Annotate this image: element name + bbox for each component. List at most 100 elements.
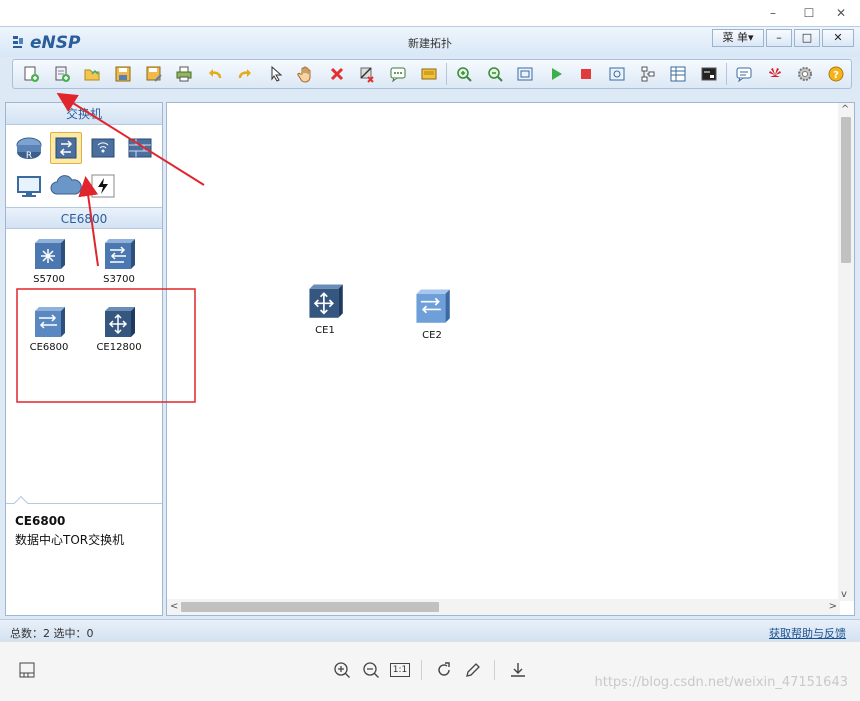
- menu-button[interactable]: 菜 单▾: [712, 29, 764, 47]
- print-button[interactable]: [169, 62, 200, 86]
- scroll-left-arrow[interactable]: <: [170, 601, 178, 612]
- os-minimize-button[interactable]: –: [758, 4, 788, 22]
- gear-icon: [798, 67, 813, 81]
- device-s5700[interactable]: S5700: [14, 235, 84, 303]
- layout-toggle-button[interactable]: [16, 659, 38, 681]
- viewer-separator: [494, 660, 495, 680]
- ce6800-icon: [416, 289, 450, 323]
- text-button[interactable]: [383, 62, 414, 86]
- layout-icon: [19, 662, 35, 678]
- category-switch[interactable]: [47, 129, 84, 167]
- palette-button[interactable]: [413, 62, 444, 86]
- app-minimize-button[interactable]: –: [766, 29, 792, 47]
- viewer-download-button[interactable]: [507, 659, 529, 681]
- new-topology-button[interactable]: [16, 62, 47, 86]
- topology-canvas[interactable]: CE1 CE2 ^ v < >: [166, 102, 855, 616]
- subcategory-title: CE6800: [6, 207, 162, 229]
- ensp-app-window: eNSP 新建拓扑 菜 单▾ – □ ✕ ? 交换机 R CE6800 S570…: [0, 26, 860, 642]
- node-label: CE1: [315, 325, 335, 336]
- router-icon: R: [16, 137, 41, 161]
- zoom-out-button[interactable]: [479, 62, 510, 86]
- viewer-rotate-button[interactable]: [433, 659, 455, 681]
- grid-button[interactable]: [663, 62, 694, 86]
- canvas-node-ce1[interactable]: CE1: [303, 280, 347, 336]
- viewer-actual-size-button[interactable]: 1:1: [389, 659, 411, 681]
- viewer-toolbar: 1:1 https://blog.csdn.net/weixin_4715164…: [0, 641, 860, 701]
- undo-button[interactable]: [199, 62, 230, 86]
- delete-links-button[interactable]: [352, 62, 383, 86]
- help-button[interactable]: ?: [821, 62, 852, 86]
- category-cloud[interactable]: [47, 167, 84, 205]
- device-ce12800[interactable]: CE12800: [84, 303, 154, 371]
- new-page-icon: [55, 66, 70, 82]
- selected-highlight: [49, 132, 82, 164]
- svg-text:R: R: [25, 151, 31, 161]
- app-close-button[interactable]: ✕: [822, 29, 854, 47]
- scroll-down-arrow[interactable]: v: [841, 589, 847, 600]
- os-maximize-button[interactable]: ☐: [794, 4, 824, 22]
- zoom-out-icon: [487, 67, 503, 82]
- scrollbar-thumb[interactable]: [181, 602, 439, 612]
- new-lab-button[interactable]: [47, 62, 78, 86]
- category-terminal[interactable]: [10, 167, 47, 205]
- category-connection[interactable]: [84, 167, 121, 205]
- scrollbar-thumb[interactable]: [841, 117, 851, 263]
- status-counts: 总数：2 选中：0: [10, 627, 94, 640]
- redo-button[interactable]: [230, 62, 261, 86]
- device-category-grid: R: [6, 125, 162, 207]
- topology-button[interactable]: [632, 62, 663, 86]
- pencil-icon: [466, 663, 480, 677]
- select-button[interactable]: [261, 62, 292, 86]
- node-label: CE2: [422, 330, 442, 341]
- viewer-edit-button[interactable]: [462, 659, 484, 681]
- open-button[interactable]: [77, 62, 108, 86]
- terminal-button[interactable]: [693, 62, 724, 86]
- device-ce6800[interactable]: CE6800: [14, 303, 84, 371]
- scroll-right-arrow[interactable]: >: [829, 601, 837, 612]
- start-button[interactable]: [541, 62, 572, 86]
- device-panel: 交换机 R CE6800 S5700 S3700 CE6800 CE12800 …: [5, 102, 163, 616]
- viewer-separator: [421, 660, 422, 680]
- undo-icon: [208, 69, 221, 79]
- huawei-button[interactable]: [759, 62, 790, 86]
- zoom-out-icon: [363, 662, 379, 678]
- text-comment-icon: [390, 67, 406, 83]
- save-as-icon: [146, 66, 162, 82]
- help-icon: ?: [828, 66, 844, 82]
- os-close-button[interactable]: ✕: [826, 4, 856, 22]
- topology-icon: [641, 66, 655, 82]
- chat-button[interactable]: [729, 62, 760, 86]
- fit-button[interactable]: [510, 62, 541, 86]
- device-s3700[interactable]: S3700: [84, 235, 154, 303]
- device-label: S5700: [33, 274, 65, 285]
- save-icon: [115, 66, 131, 82]
- actual-size-label: 1:1: [389, 663, 411, 677]
- viewer-zoom-out-button[interactable]: [360, 659, 382, 681]
- save-as-button[interactable]: [138, 62, 169, 86]
- firewall-icon: [128, 138, 151, 158]
- help-feedback-link[interactable]: 获取帮助与反馈: [769, 625, 846, 641]
- zoom-in-button[interactable]: [449, 62, 480, 86]
- scroll-up-arrow[interactable]: ^: [841, 104, 849, 115]
- category-router[interactable]: R: [10, 129, 47, 167]
- print-icon: [176, 66, 192, 82]
- viewer-zoom-in-button[interactable]: [331, 659, 353, 681]
- move-button[interactable]: [291, 62, 322, 86]
- device-label: S3700: [103, 274, 135, 285]
- new-file-icon: [24, 66, 40, 82]
- vertical-scrollbar[interactable]: ^ v: [838, 103, 854, 601]
- category-wireless[interactable]: [84, 129, 121, 167]
- delete-button[interactable]: [322, 62, 353, 86]
- chat-icon: [736, 67, 752, 83]
- capture-button[interactable]: [602, 62, 633, 86]
- save-button[interactable]: [108, 62, 139, 86]
- category-firewall[interactable]: [121, 129, 158, 167]
- stop-button[interactable]: [571, 62, 602, 86]
- fit-window-icon: [517, 67, 533, 81]
- app-maximize-button[interactable]: □: [794, 29, 820, 47]
- watermark-text: https://blog.csdn.net/weixin_47151643: [594, 675, 848, 690]
- settings-button[interactable]: [790, 62, 821, 86]
- canvas-node-ce2[interactable]: CE2: [410, 285, 454, 341]
- horizontal-scrollbar[interactable]: < >: [167, 599, 840, 615]
- status-bar: 总数：2 选中：0 获取帮助与反馈: [0, 619, 860, 642]
